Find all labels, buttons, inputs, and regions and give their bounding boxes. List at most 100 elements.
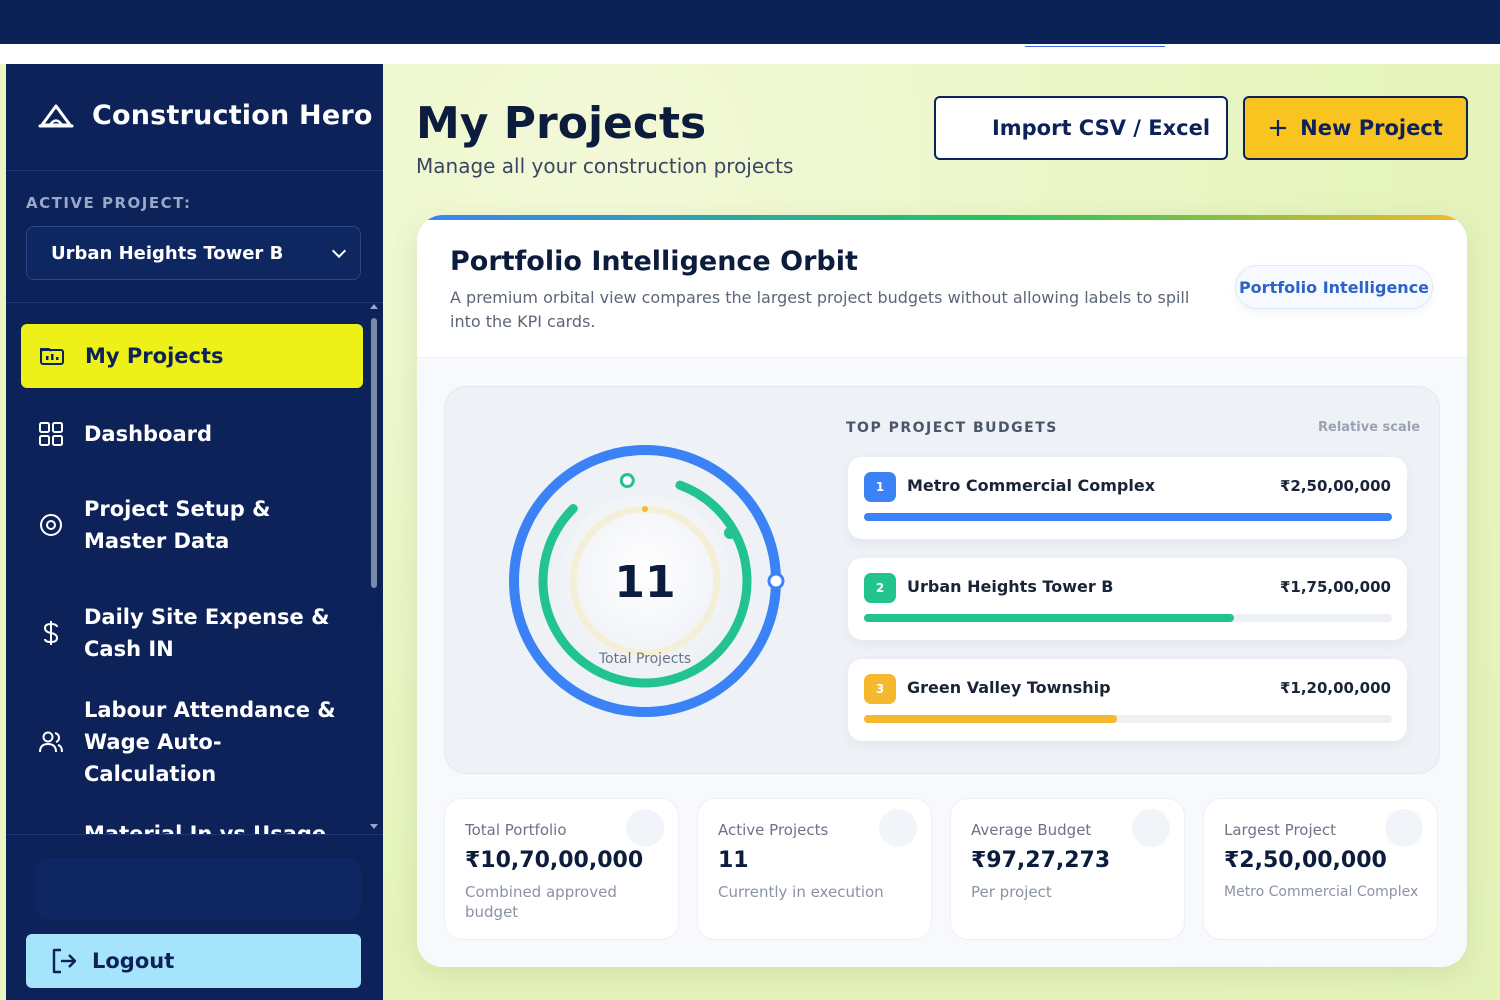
kpi-label: Average Budget (971, 821, 1092, 839)
total-projects-label: Total Projects (598, 651, 691, 667)
kpi-decoration (1132, 809, 1170, 847)
budget-bar-fill (864, 614, 1234, 622)
sidebar-item-label: Labour Attendance & Wage Auto-Calculatio… (84, 698, 336, 786)
budget-amount: ₹2,50,00,000 (1279, 477, 1391, 495)
users-icon (39, 731, 63, 753)
card-title: Portfolio Intelligence Orbit (450, 246, 858, 277)
active-project-select[interactable]: Urban Heights Tower B (26, 226, 361, 280)
sidebar-nav: My Projects Dashboard Project Setup & Ma… (6, 304, 383, 834)
portfolio-orbit-card: Portfolio Intelligence Orbit A premium o… (417, 215, 1467, 967)
card-header: Portfolio Intelligence Orbit A premium o… (417, 220, 1467, 358)
relative-scale-label: Relative scale (1318, 420, 1421, 435)
sidebar-item-dashboard[interactable]: Dashboard (20, 416, 363, 452)
rank-badge: 2 (864, 573, 896, 603)
sidebar-item-label: Material In vs Usage (84, 822, 327, 834)
sidebar-item-material[interactable]: Material In vs Usage (20, 818, 363, 834)
budget-bar-track (864, 614, 1392, 622)
bookmark-bar-link[interactable] (1025, 44, 1165, 47)
brand-title: Construction Hero (92, 100, 373, 131)
kpi-label: Total Portfolio (465, 821, 567, 839)
sidebar-scrollbar[interactable] (370, 304, 378, 834)
sidebar-item-label: My Projects (85, 344, 224, 368)
kpi-total-portfolio: Total Portfolio ₹10,70,00,000 Combined a… (444, 798, 679, 940)
budget-project-name: Urban Heights Tower B (907, 577, 1114, 596)
bookmark-bar (0, 44, 1500, 64)
orbit-satellite (724, 527, 736, 539)
budget-project-name: Metro Commercial Complex (907, 476, 1156, 495)
divider (6, 170, 383, 171)
logout-icon (52, 948, 77, 974)
budget-row[interactable]: 2 Urban Heights Tower B ₹1,75,00,000 (848, 558, 1407, 640)
gear-icon (40, 514, 62, 536)
hardhat-icon (38, 104, 74, 127)
orbit-dot-urban-heights (619, 473, 635, 489)
logout-label: Logout (92, 949, 175, 973)
budget-bar-fill (864, 513, 1392, 521)
kpi-average-budget: Average Budget ₹97,27,273 Per project (950, 798, 1185, 940)
sidebar-item-label: Dashboard (84, 422, 213, 446)
kpi-note: Metro Commercial Complex (1224, 884, 1419, 900)
budget-amount: ₹1,75,00,000 (1279, 578, 1391, 596)
kpi-note: Combined approved budget (465, 883, 617, 921)
kpi-value: ₹2,50,00,000 (1224, 848, 1387, 873)
sidebar-blank-panel (36, 858, 361, 920)
active-project-value: Urban Heights Tower B (51, 242, 284, 264)
active-project-label: ACTIVE PROJECT: (26, 194, 192, 212)
kpi-label: Largest Project (1224, 821, 1336, 839)
page-title: My Projects (416, 98, 707, 149)
budget-row[interactable]: 3 Green Valley Township ₹1,20,00,000 (848, 659, 1407, 741)
chevron-down-icon (331, 243, 347, 259)
divider (6, 834, 383, 835)
scroll-down-icon[interactable] (370, 824, 378, 829)
kpi-value: 11 (718, 848, 749, 873)
budget-row[interactable]: 1 Metro Commercial Complex ₹2,50,00,000 (848, 457, 1407, 539)
card-body: 11 Total Projects TOP PROJECT BUDGETS Re… (417, 358, 1467, 967)
page-subtitle: Manage all your construction projects (416, 154, 794, 178)
import-csv-label: Import CSV / Excel (991, 116, 1211, 140)
folder-icon (40, 348, 64, 365)
sidebar-item-label: Daily Site Expense & Cash IN (84, 605, 330, 661)
budget-bar-track (864, 715, 1392, 723)
scroll-up-icon[interactable] (370, 304, 378, 309)
budget-bar-fill (864, 715, 1118, 723)
new-project-label: New Project (1300, 116, 1443, 140)
kpi-label: Active Projects (718, 821, 829, 839)
total-projects-count: 11 (614, 557, 675, 608)
portfolio-intelligence-badge[interactable]: Portfolio Intelligence (1235, 265, 1433, 309)
grid-icon (39, 422, 63, 446)
scrollbar-thumb[interactable] (371, 318, 377, 588)
new-project-button[interactable]: New Project (1243, 96, 1468, 160)
orbit-chart: 11 Total Projects (509, 445, 785, 717)
kpi-largest-project: Largest Project ₹2,50,00,000 Metro Comme… (1203, 798, 1438, 940)
kpi-decoration (879, 809, 917, 847)
card-description: A premium orbital view compares the larg… (450, 288, 1190, 331)
kpi-active-projects: Active Projects 11 Currently in executio… (697, 798, 932, 940)
sidebar-item-my-projects[interactable]: My Projects (21, 324, 363, 388)
sidebar: Construction Hero ACTIVE PROJECT: Urban … (6, 64, 383, 1000)
rank-badge: 3 (864, 674, 896, 704)
kpi-value: ₹97,27,273 (971, 848, 1111, 873)
orbit-dot-metro (767, 572, 785, 590)
kpi-decoration (626, 809, 664, 847)
kpi-value: ₹10,70,00,000 (465, 848, 644, 873)
sidebar-item-daily-expense[interactable]: Daily Site Expense & Cash IN (20, 600, 363, 666)
sidebar-item-project-setup[interactable]: Project Setup & Master Data (20, 492, 363, 558)
top-budgets-label: TOP PROJECT BUDGETS (846, 420, 1058, 436)
rank-badge: 1 (864, 472, 896, 502)
plus-icon (1270, 120, 1287, 136)
kpi-decoration (1385, 809, 1423, 847)
dollar-icon (43, 621, 59, 645)
budget-project-name: Green Valley Township (907, 678, 1111, 697)
import-csv-button[interactable]: Import CSV / Excel (934, 96, 1228, 160)
sidebar-item-label: Project Setup & Master Data (84, 497, 271, 553)
kpi-note: Currently in execution (718, 883, 884, 901)
kpi-note: Per project (971, 883, 1052, 901)
brand[interactable]: Construction Hero (38, 100, 373, 131)
divider (6, 302, 383, 303)
budget-bar-track (864, 513, 1392, 521)
budget-amount: ₹1,20,00,000 (1279, 679, 1391, 697)
sidebar-item-labour-attendance[interactable]: Labour Attendance & Wage Auto-Calculatio… (20, 698, 363, 786)
browser-top-bar (0, 0, 1500, 44)
logout-button[interactable]: Logout (26, 934, 361, 988)
orbit-panel: 11 Total Projects TOP PROJECT BUDGETS Re… (444, 386, 1440, 774)
